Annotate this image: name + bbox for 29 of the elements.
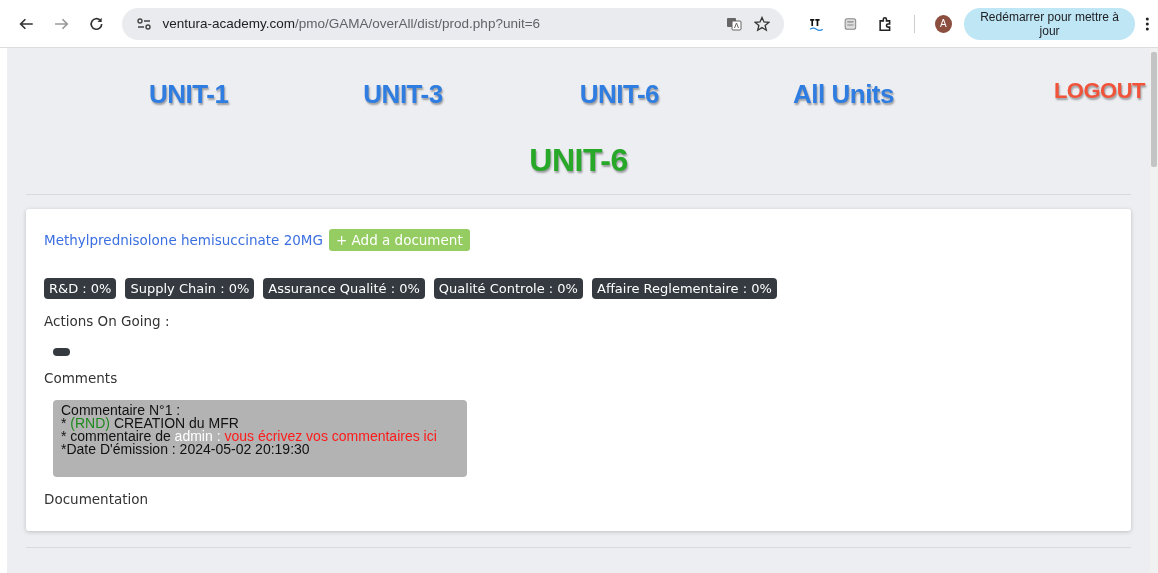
empty-action-pill — [53, 348, 70, 356]
comment-line: * commentaire de admin : vous écrivez vos commentaires ici — [61, 430, 438, 443]
nav-link[interactable]: UNIT-6 — [579, 78, 660, 110]
section-label: Comments — [44, 370, 119, 386]
section-label: Documentation — [44, 491, 150, 507]
nav-link[interactable]: UNIT-1 — [149, 78, 229, 110]
address-bar[interactable]: ventura-academy.com/pmo/GAMA/overAll/dist/prod.php?unit=6 — [122, 7, 784, 40]
site-settings-icon[interactable] — [136, 15, 153, 32]
progress-badge: Affaire Reglementaire : 0% — [592, 278, 777, 299]
nav-link[interactable]: All Units — [793, 78, 894, 110]
add-document-button[interactable]: + Add a document — [328, 229, 470, 251]
progress-badge: Qualité Controle : 0% — [433, 278, 583, 299]
star-icon[interactable] — [753, 15, 770, 32]
progress-badge: Supply Chain : 0% — [125, 278, 255, 299]
progress-badge: R&D : 0% — [44, 278, 117, 299]
comment-line: *Date D'émission : 2024-05-02 20:19:30 — [61, 443, 311, 456]
progress-badge: Assurance Qualité : 0% — [263, 278, 425, 299]
page-heading: UNIT-6 — [529, 141, 628, 180]
comment-line: Commentaire N°1 : — [61, 404, 182, 417]
menu-icon[interactable] — [1145, 15, 1150, 32]
url-text: ventura-academy.com/pmo/GAMA/overAll/dist/prod.php?unit=6 — [162, 16, 541, 31]
nav-link[interactable]: LOGOUT — [1053, 78, 1145, 104]
product-link[interactable]: Methylprednisolone hemisuccinate 20MG — [44, 232, 323, 248]
translate-icon[interactable] — [725, 15, 742, 32]
update-button[interactable]: Redémarrer pour mettre à jour — [963, 7, 1136, 40]
profile-avatar[interactable]: A — [935, 14, 952, 33]
nav-link[interactable]: UNIT-3 — [363, 78, 443, 110]
comment-line: * (RND) CREATION du MFR — [61, 417, 240, 430]
section-label: Actions On Going : — [44, 313, 171, 329]
